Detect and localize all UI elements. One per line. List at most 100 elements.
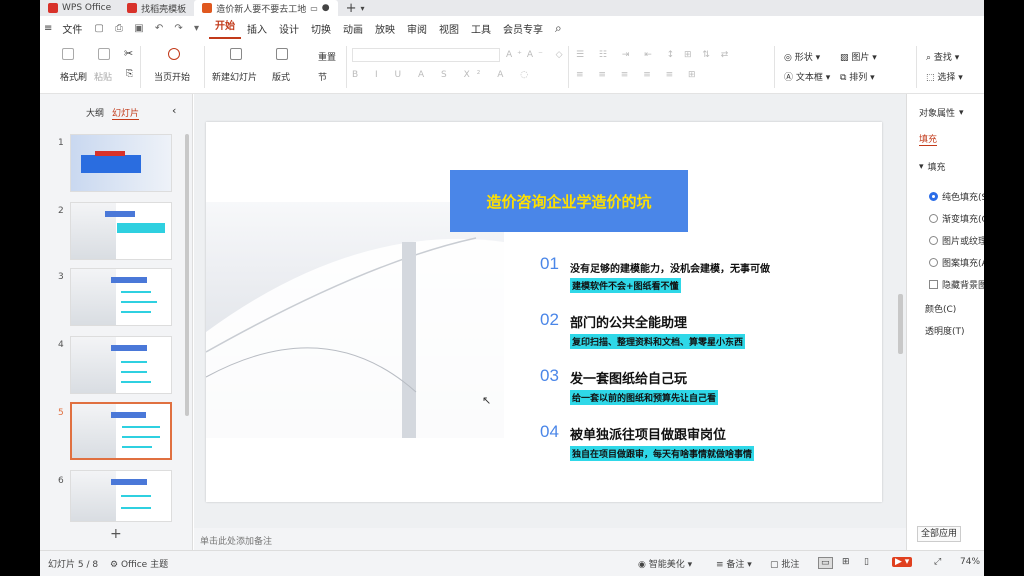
paragraph-buttons[interactable]: ☰ ☷ ⇥ ⇤ ↕: [576, 50, 680, 60]
play-from-current-button[interactable]: 当页开始: [154, 70, 190, 83]
fill-section-header[interactable]: ▾ 填充: [919, 160, 946, 174]
title-tab-bar: WPS Office 找稻壳模板 造价新人要不要去工地 ▭ ● + ▾: [40, 0, 984, 16]
current-slide[interactable]: 造价咨询企业学造价的坑 01 没有足够的建模能力，没机会建模，无事可做 建模软件…: [206, 122, 882, 502]
monitor-icon[interactable]: ▭: [310, 4, 318, 13]
fill-tab[interactable]: 填充: [919, 132, 938, 146]
reset-button[interactable]: 重置: [318, 50, 336, 63]
copy-icon[interactable]: ⎘: [126, 69, 133, 79]
zoom-level[interactable]: 74%: [960, 557, 980, 567]
reading-view-icon[interactable]: ▯: [864, 557, 869, 567]
gradient-fill-option[interactable]: 渐变填充(G): [929, 212, 984, 225]
search-icon[interactable]: ⌕: [549, 21, 568, 36]
cut-icon[interactable]: ✂: [124, 47, 133, 60]
quick-access-toolbar[interactable]: ▢ ⎙ ▣ ↶ ↷ ▾: [88, 23, 209, 34]
font-size-buttons[interactable]: A⁺A⁻ ◇: [506, 50, 568, 60]
menu-review[interactable]: 审阅: [401, 21, 433, 36]
comments-button[interactable]: ▢ 批注: [770, 557, 799, 570]
slide-thumbnail-4[interactable]: [70, 336, 172, 394]
menu-animation[interactable]: 动画: [337, 21, 369, 36]
paste-icon[interactable]: [98, 48, 110, 60]
text-direction-buttons[interactable]: ⊞ ⇅ ⇄: [684, 50, 732, 60]
collapse-panel-icon[interactable]: ‹: [172, 104, 176, 117]
menu-tools[interactable]: 工具: [465, 21, 497, 36]
wps-logo-icon: [48, 3, 58, 13]
section-button[interactable]: 节: [318, 70, 327, 83]
picture-fill-option[interactable]: 图片或纹理: [929, 234, 984, 247]
slide-thumbnails-panel: 大纲 幻灯片 ‹ 1 2 3 4 5 6 +: [40, 94, 193, 550]
slide-thumbnail-2[interactable]: [70, 202, 172, 260]
modified-dot-icon: ●: [321, 3, 330, 13]
play-slideshow-button[interactable]: ▶ ▾: [892, 557, 913, 567]
picture-button[interactable]: ▨ 图片 ▾: [840, 50, 877, 63]
slide-number: 3: [58, 272, 64, 282]
find-button[interactable]: ⌕ 查找 ▾: [926, 50, 959, 63]
notes-area[interactable]: 单击此处添加备注: [194, 528, 906, 550]
transparency-label: 透明度(T): [925, 327, 965, 337]
item-highlight: 给一套以前的图纸和预算先让自己看: [570, 390, 719, 405]
slide-number: 1: [58, 138, 64, 148]
menu-slideshow[interactable]: 放映: [369, 21, 401, 36]
menu-insert[interactable]: 插入: [241, 21, 273, 36]
tab-wps-office[interactable]: WPS Office: [40, 0, 119, 16]
thumbnail-scrollbar[interactable]: [185, 134, 189, 416]
menu-home[interactable]: 开始: [208, 17, 241, 39]
new-slide-icon[interactable]: [230, 48, 242, 60]
tab-outline[interactable]: 大纲: [86, 106, 104, 120]
item-number: 04: [540, 422, 559, 441]
normal-view-icon[interactable]: ▭: [818, 557, 833, 569]
arrange-button[interactable]: ⧉ 排列 ▾: [840, 70, 875, 83]
new-slide-button[interactable]: 新建幻灯片: [212, 70, 257, 83]
paste-button[interactable]: 粘贴: [94, 70, 112, 83]
layout-icon[interactable]: [276, 48, 288, 60]
tab-label: WPS Office: [62, 3, 112, 13]
hamburger-icon[interactable]: ≡: [40, 23, 56, 34]
pattern-fill-option[interactable]: 图案填充(A): [929, 256, 984, 269]
slide-thumbnail-6[interactable]: [70, 470, 172, 522]
clipboard-icon[interactable]: [62, 48, 74, 60]
tab-docer-templates[interactable]: 找稻壳模板: [119, 0, 194, 16]
smart-beautify-button[interactable]: ◉ 智能美化 ▾: [638, 557, 692, 570]
shape-button[interactable]: ◎ 形状 ▾: [784, 50, 820, 63]
slide-title-box[interactable]: 造价咨询企业学造价的坑: [450, 170, 688, 232]
slide-sorter-icon[interactable]: ⊞: [842, 557, 850, 567]
layout-button[interactable]: 版式: [272, 70, 290, 83]
slide-thumbnail-1[interactable]: [70, 134, 172, 192]
solid-fill-option[interactable]: 纯色填充(S): [929, 190, 984, 203]
architecture-background-image: [206, 202, 504, 438]
notes-toggle-button[interactable]: ≡ 备注 ▾: [716, 557, 752, 570]
slide-thumbnail-3[interactable]: [70, 268, 172, 326]
new-tab-button[interactable]: + ▾: [338, 0, 373, 16]
tab-label: 找稻壳模板: [141, 4, 187, 15]
properties-title[interactable]: 对象属性 ▾: [919, 106, 964, 120]
font-name-box[interactable]: [352, 48, 500, 62]
item-highlight: 建模软件不会+图纸看不懂: [570, 278, 681, 293]
tab-slides[interactable]: 幻灯片: [112, 106, 140, 120]
item-highlight: 独自在项目做跟审，每天有啥事情就做啥事情: [570, 446, 755, 461]
slide-number: 4: [58, 340, 64, 350]
menu-member[interactable]: 会员专享: [497, 21, 549, 36]
item-heading: 被单独派往项目做跟审岗位: [570, 428, 727, 443]
notes-placeholder: 单击此处添加备注: [200, 537, 273, 547]
slide-position: 幻灯片 5 / 8: [48, 560, 99, 570]
panel-tabs: 大纲 幻灯片: [86, 106, 140, 120]
tab-current-document[interactable]: 造价新人要不要去工地 ▭ ●: [194, 0, 338, 16]
apply-all-button[interactable]: 全部应用: [917, 526, 961, 542]
item-highlight: 复印扫描、整理资料和文档、算零星小东西: [570, 334, 746, 349]
align-buttons[interactable]: ≡ ≡ ≡ ≡ ≡ ⊞: [576, 70, 702, 80]
menu-file[interactable]: 文件: [56, 21, 88, 36]
ppt-file-icon: [202, 3, 213, 13]
slide-thumbnail-5[interactable]: [70, 402, 172, 460]
add-slide-button[interactable]: +: [110, 526, 122, 542]
menu-transitions[interactable]: 切换: [305, 21, 337, 36]
vertical-scrollbar[interactable]: [898, 294, 903, 354]
menu-view[interactable]: 视图: [433, 21, 465, 36]
menu-design[interactable]: 设计: [273, 21, 305, 36]
play-icon[interactable]: [168, 48, 180, 60]
textbox-button[interactable]: Ⓐ 文本框 ▾: [784, 70, 830, 83]
font-format-buttons[interactable]: B I U A S X² A ◌: [352, 70, 535, 80]
select-button[interactable]: ⬚ 选择 ▾: [926, 70, 963, 83]
theme-indicator[interactable]: ⚙ Office 主题: [110, 557, 168, 570]
zoom-fit-icon[interactable]: ⤢: [934, 557, 941, 567]
format-painter-button[interactable]: 格式刷: [60, 70, 87, 83]
hide-background-checkbox[interactable]: 隐藏背景图: [929, 278, 984, 291]
